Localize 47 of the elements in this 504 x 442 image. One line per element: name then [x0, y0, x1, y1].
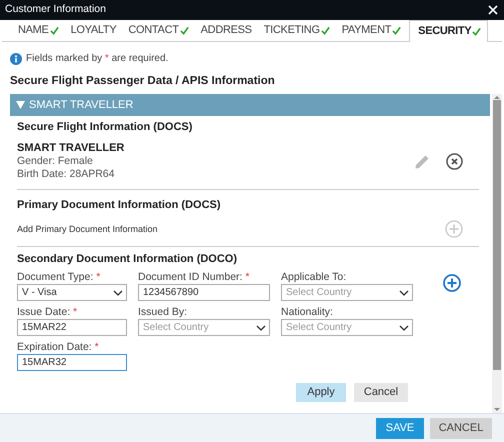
field-label: Issued By: — [138, 306, 188, 319]
section-title: Secure Flight Information (DOCS) — [17, 121, 194, 134]
check-icon — [50, 26, 59, 35]
traveller-name: SMART TRAVELLER — [17, 142, 126, 155]
check-icon — [320, 26, 330, 35]
add-button[interactable] — [442, 274, 460, 292]
cancel-button[interactable]: Cancel — [354, 383, 408, 402]
add-document-text: Add Primary Document Information — [17, 222, 158, 236]
field-label: Document ID Number: * — [138, 271, 250, 284]
tab[interactable]: NAME — [10, 21, 63, 41]
birth-date-text: Birth Date: 28APR64 — [17, 168, 116, 181]
window-title: Customer Information — [5, 2, 106, 18]
chevron-icon — [256, 324, 266, 330]
input-field[interactable]: 15MAR32 — [17, 354, 127, 371]
info-icon — [10, 52, 22, 64]
scrollbar[interactable] — [492, 94, 502, 413]
caret-icon — [16, 101, 25, 109]
tab[interactable]: LOYALTY — [62, 21, 120, 41]
chevron-icon — [399, 324, 409, 330]
check-icon — [180, 26, 189, 35]
field-label: Issue Date: * — [17, 306, 78, 319]
check-icon — [392, 26, 402, 35]
field-label: Expiration Date: * — [17, 341, 100, 354]
edit-button[interactable] — [414, 154, 430, 170]
close-button[interactable] — [486, 3, 500, 17]
input-field[interactable]: 15MAR22 — [17, 319, 127, 336]
gender-text: Gender: Female — [17, 155, 94, 168]
delete-button[interactable] — [446, 153, 463, 170]
tab[interactable]: SECURITY — [409, 20, 488, 42]
type-dropdown[interactable]: V - Visa — [17, 284, 127, 301]
tab[interactable]: ADDRESS — [192, 21, 256, 41]
tab[interactable]: CONTACT — [120, 21, 193, 41]
tab[interactable]: TICKETING — [256, 21, 334, 41]
section-title: Primary Document Information (DOCS) — [17, 199, 222, 212]
input-field[interactable]: 1234567890 — [138, 284, 270, 301]
field-label: Document Type: * — [17, 271, 102, 284]
check-icon — [472, 27, 482, 36]
tab[interactable]: PAYMENT — [334, 21, 406, 41]
section-heading: Secure Flight Passenger Data / APIS Information — [10, 74, 276, 88]
cancel-button[interactable]: CANCEL — [430, 418, 492, 438]
required-note: Fields marked by * are required. — [26, 52, 168, 66]
field-label: Nationality: — [281, 306, 334, 319]
chevron-icon — [399, 290, 409, 296]
section-title: Secondary Document Information (DOCO) — [17, 253, 238, 266]
field-label: Applicable To: — [281, 271, 348, 284]
apply-button[interactable]: Apply — [296, 383, 346, 402]
chevron-icon — [113, 290, 123, 296]
